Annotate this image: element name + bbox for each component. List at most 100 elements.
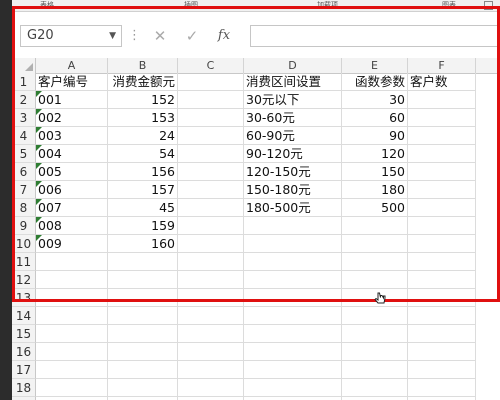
cell-B2[interactable]: 152 [108, 91, 178, 109]
cell-A2[interactable]: 001 [36, 91, 108, 109]
cell-A3[interactable]: 002 [36, 109, 108, 127]
cell-B9[interactable]: 159 [108, 217, 178, 235]
error-indicator-icon[interactable] [36, 217, 42, 223]
cell-D3[interactable]: 30-60元 [244, 109, 342, 127]
cell-C4[interactable] [178, 127, 244, 145]
cell-E4[interactable]: 90 [342, 127, 408, 145]
cell-F3[interactable] [408, 109, 476, 127]
cell-E8[interactable]: 500 [342, 199, 408, 217]
cell-B1[interactable]: 消费金额元 [108, 73, 178, 91]
cell-E18[interactable] [342, 379, 408, 397]
cell-B4[interactable]: 24 [108, 127, 178, 145]
cell-C13[interactable] [178, 289, 244, 307]
cell-D9[interactable] [244, 217, 342, 235]
cell-D8[interactable]: 180-500元 [244, 199, 342, 217]
cell-E15[interactable] [342, 325, 408, 343]
error-indicator-icon[interactable] [36, 91, 42, 97]
cell-C15[interactable] [178, 325, 244, 343]
row-header[interactable]: 8 [12, 199, 36, 217]
cell-F11[interactable] [408, 253, 476, 271]
row-header[interactable]: 1 [12, 73, 36, 91]
cell-F15[interactable] [408, 325, 476, 343]
error-indicator-icon[interactable] [36, 127, 42, 133]
row-header[interactable]: 9 [12, 217, 36, 235]
row-header[interactable]: 12 [12, 271, 36, 289]
error-indicator-icon[interactable] [36, 235, 42, 241]
cell-B3[interactable]: 153 [108, 109, 178, 127]
cell-E12[interactable] [342, 271, 408, 289]
cell-B5[interactable]: 54 [108, 145, 178, 163]
cell-A9[interactable]: 008 [36, 217, 108, 235]
cell-A17[interactable] [36, 361, 108, 379]
cell-B17[interactable] [108, 361, 178, 379]
cell-E9[interactable] [342, 217, 408, 235]
error-indicator-icon[interactable] [36, 181, 42, 187]
column-header-C[interactable]: C [178, 58, 244, 73]
error-indicator-icon[interactable] [36, 199, 42, 205]
cell-D15[interactable] [244, 325, 342, 343]
cell-F12[interactable] [408, 271, 476, 289]
cell-D6[interactable]: 120-150元 [244, 163, 342, 181]
cell-C12[interactable] [178, 271, 244, 289]
spreadsheet-grid[interactable]: ABCDEF 1 客户编号 消费金额元 消费区间设置 函数参数 客户数 2 001 152 30元… [12, 58, 500, 400]
cell-B15[interactable] [108, 325, 178, 343]
cell-B14[interactable] [108, 307, 178, 325]
cell-A11[interactable] [36, 253, 108, 271]
row-header[interactable]: 18 [12, 379, 36, 397]
cell-D12[interactable] [244, 271, 342, 289]
cell-B12[interactable] [108, 271, 178, 289]
ribbon-group-addins[interactable]: 加载项 [317, 0, 338, 10]
chevron-down-icon[interactable]: ▼ [109, 26, 116, 46]
cell-D10[interactable] [244, 235, 342, 253]
drag-handle-icon[interactable]: ⋮ [128, 25, 141, 47]
cell-D1[interactable]: 消费区间设置 [244, 73, 342, 91]
cell-E16[interactable] [342, 343, 408, 361]
row-header[interactable]: 5 [12, 145, 36, 163]
select-all-button[interactable] [12, 58, 36, 73]
row-header[interactable]: 14 [12, 307, 36, 325]
row-header[interactable]: 10 [12, 235, 36, 253]
cell-C14[interactable] [178, 307, 244, 325]
formula-input[interactable] [250, 25, 500, 47]
row-header[interactable]: 7 [12, 181, 36, 199]
cell-C17[interactable] [178, 361, 244, 379]
cell-A10[interactable]: 009 [36, 235, 108, 253]
cell-D18[interactable] [244, 379, 342, 397]
row-header[interactable]: 3 [12, 109, 36, 127]
cell-C2[interactable] [178, 91, 244, 109]
cancel-button[interactable]: ✕ [148, 25, 172, 47]
cell-A14[interactable] [36, 307, 108, 325]
enter-button[interactable]: ✓ [180, 25, 204, 47]
cell-D11[interactable] [244, 253, 342, 271]
cell-F5[interactable] [408, 145, 476, 163]
cell-F9[interactable] [408, 217, 476, 235]
cell-A6[interactable]: 005 [36, 163, 108, 181]
cell-A15[interactable] [36, 325, 108, 343]
cell-C7[interactable] [178, 181, 244, 199]
cell-A16[interactable] [36, 343, 108, 361]
column-header-F[interactable]: F [408, 58, 476, 73]
cell-F6[interactable] [408, 163, 476, 181]
cell-A13[interactable] [36, 289, 108, 307]
cell-D4[interactable]: 60-90元 [244, 127, 342, 145]
cell-F4[interactable] [408, 127, 476, 145]
cell-B18[interactable] [108, 379, 178, 397]
cell-D14[interactable] [244, 307, 342, 325]
row-header[interactable]: 17 [12, 361, 36, 379]
ribbon-group-illustrations[interactable]: 插图 [184, 0, 198, 10]
cell-C1[interactable] [178, 73, 244, 91]
cell-D16[interactable] [244, 343, 342, 361]
row-header[interactable]: 16 [12, 343, 36, 361]
cell-A1[interactable]: 客户编号 [36, 73, 108, 91]
cell-C8[interactable] [178, 199, 244, 217]
cell-E11[interactable] [342, 253, 408, 271]
cell-E10[interactable] [342, 235, 408, 253]
row-header[interactable]: 4 [12, 127, 36, 145]
cell-B8[interactable]: 45 [108, 199, 178, 217]
cell-A4[interactable]: 003 [36, 127, 108, 145]
cell-E3[interactable]: 60 [342, 109, 408, 127]
cell-F16[interactable] [408, 343, 476, 361]
cell-E1[interactable]: 函数参数 [342, 73, 408, 91]
cell-F17[interactable] [408, 361, 476, 379]
cell-E5[interactable]: 120 [342, 145, 408, 163]
